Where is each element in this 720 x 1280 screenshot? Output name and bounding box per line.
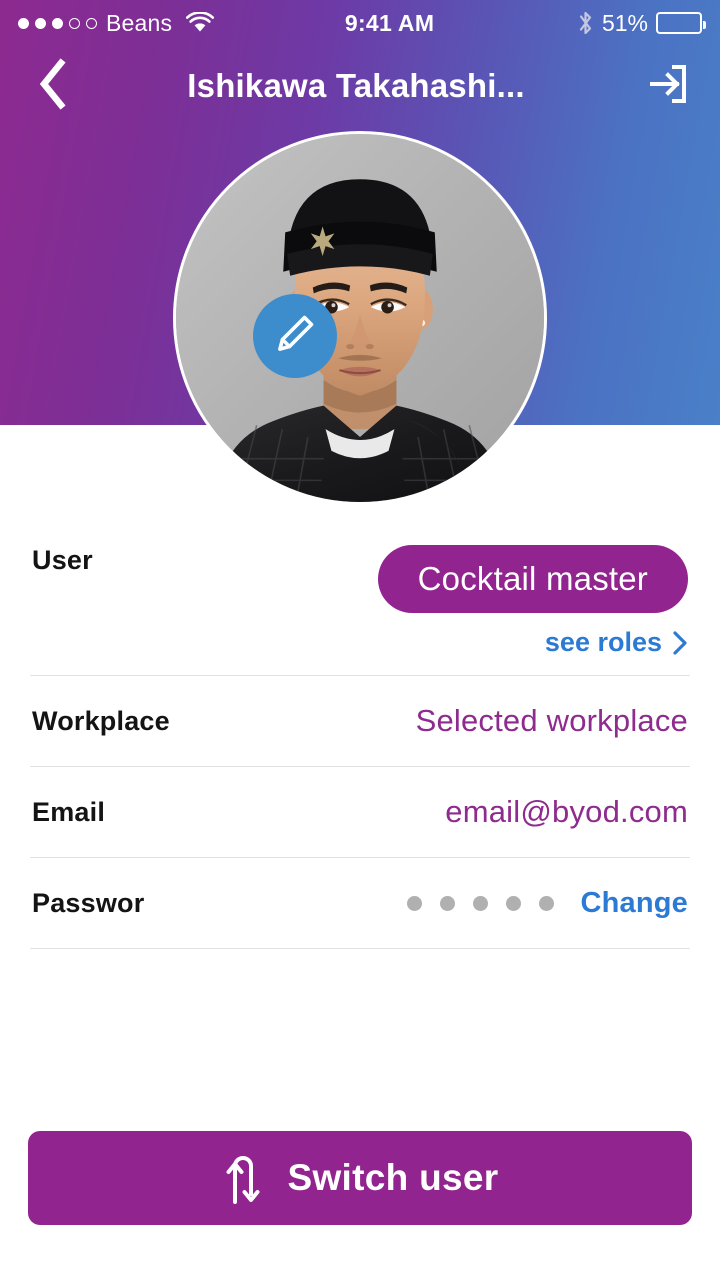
chevron-left-icon	[36, 57, 70, 115]
workplace-label: Workplace	[32, 705, 170, 736]
see-roles-link[interactable]: see roles	[545, 627, 688, 658]
email-value: email@byod.com	[445, 794, 688, 829]
edit-avatar-button[interactable]	[253, 294, 337, 378]
navigation-bar: Ishikawa Takahashi...	[0, 46, 720, 126]
signal-strength-icon	[18, 17, 97, 29]
role-pill-button[interactable]: Cocktail master	[377, 545, 688, 613]
pencil-icon	[272, 311, 318, 362]
swap-arrows-icon	[222, 1150, 266, 1206]
user-profile-photo	[176, 134, 544, 502]
profile-fields-list: User Cocktail master see roles Workplace…	[0, 525, 720, 949]
user-value-group: Cocktail master see roles	[377, 545, 688, 658]
field-row-user: User Cocktail master see roles	[0, 525, 720, 675]
logout-button[interactable]	[640, 59, 694, 113]
switch-user-button[interactable]: Switch user	[28, 1131, 692, 1225]
carrier-name: Beans	[106, 9, 173, 36]
chevron-right-icon	[672, 630, 688, 656]
back-button[interactable]	[26, 57, 80, 115]
email-label: Email	[32, 796, 106, 827]
switch-user-label: Switch user	[287, 1157, 499, 1198]
logout-icon	[644, 61, 690, 112]
status-bar-right: 51%	[577, 9, 706, 37]
divider	[30, 948, 690, 949]
password-value-group: Change	[407, 887, 688, 920]
password-label: Passwor	[32, 887, 145, 918]
avatar-container	[173, 131, 547, 505]
field-row-password: Passwor Change	[0, 858, 720, 948]
see-roles-label: see roles	[544, 627, 662, 657]
page-title: Ishikawa Takahashi...	[187, 67, 525, 104]
battery-percent: 51%	[601, 9, 648, 36]
battery-icon	[656, 12, 706, 34]
change-password-link[interactable]: Change	[580, 887, 688, 920]
field-row-workplace[interactable]: Workplace Selected workplace	[0, 676, 720, 766]
password-masked-dots	[407, 895, 555, 911]
profile-screen: Beans 9:41 AM 51% Ishikawa Takahashi... …	[0, 0, 720, 1280]
workplace-value: Selected workplace	[415, 703, 688, 738]
bluetooth-icon	[577, 10, 594, 36]
status-bar-left: Beans	[18, 9, 215, 37]
status-bar: Beans 9:41 AM 51%	[0, 0, 720, 46]
user-label: User	[32, 545, 93, 575]
field-row-email[interactable]: Email email@byod.com	[0, 767, 720, 857]
avatar[interactable]	[173, 131, 547, 505]
status-bar-time: 9:41 AM	[344, 9, 435, 36]
